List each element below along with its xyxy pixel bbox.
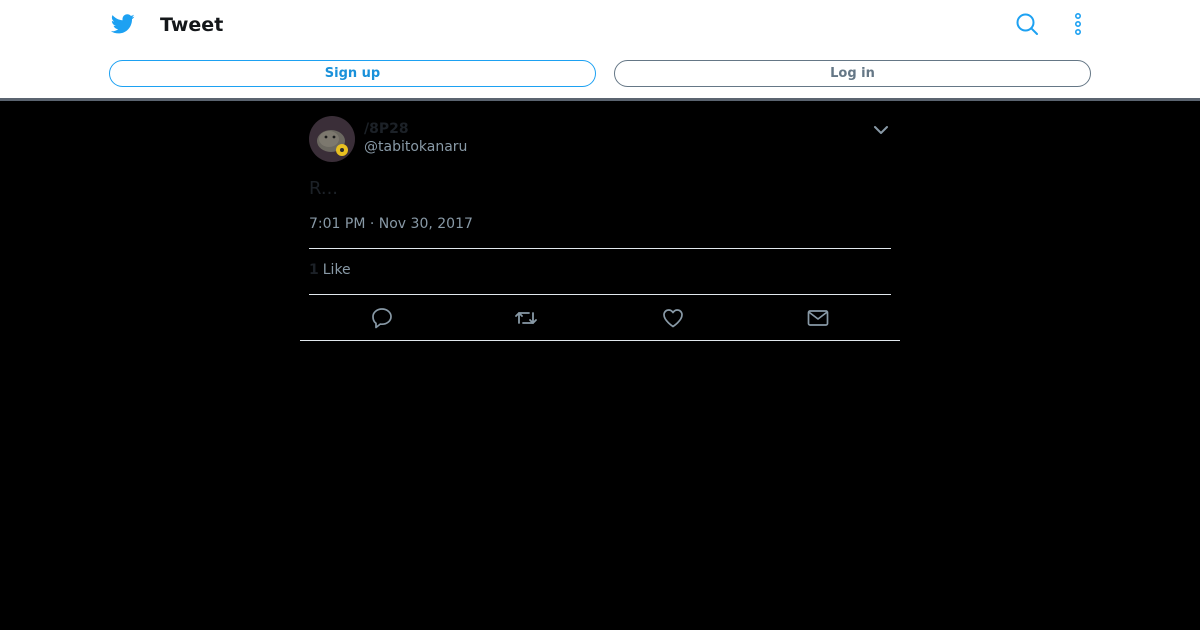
likes-count-row[interactable]: 1 Like bbox=[309, 262, 351, 278]
more-vertical-icon[interactable] bbox=[1066, 12, 1090, 36]
page-title: Tweet bbox=[160, 14, 224, 36]
divider bbox=[300, 340, 900, 341]
tweet-card: /8P28 @tabitokanaru R... 7:01 PM · Nov 3… bbox=[300, 101, 900, 341]
direct-message-icon[interactable] bbox=[806, 306, 830, 330]
tweet-timestamp[interactable]: 7:01 PM · Nov 30, 2017 bbox=[309, 216, 473, 232]
log-in-button[interactable]: Log in bbox=[614, 60, 1091, 87]
avatar[interactable] bbox=[309, 116, 355, 162]
tweet-text: R... bbox=[309, 178, 339, 199]
display-name[interactable]: /8P28 bbox=[364, 121, 409, 137]
like-icon[interactable] bbox=[661, 306, 685, 330]
reply-icon[interactable] bbox=[370, 306, 394, 330]
like-count: 1 bbox=[309, 262, 319, 278]
search-icon[interactable] bbox=[1015, 12, 1039, 36]
user-handle[interactable]: @tabitokanaru bbox=[364, 139, 467, 155]
divider bbox=[309, 248, 891, 249]
like-label: Like bbox=[322, 262, 351, 278]
chevron-down-icon[interactable] bbox=[872, 121, 890, 139]
divider bbox=[309, 294, 891, 295]
top-bar: Tweet Sign up Log in bbox=[0, 0, 1200, 98]
retweet-icon[interactable] bbox=[514, 306, 538, 330]
sign-up-button[interactable]: Sign up bbox=[109, 60, 596, 87]
twitter-bird-icon[interactable] bbox=[110, 12, 136, 36]
